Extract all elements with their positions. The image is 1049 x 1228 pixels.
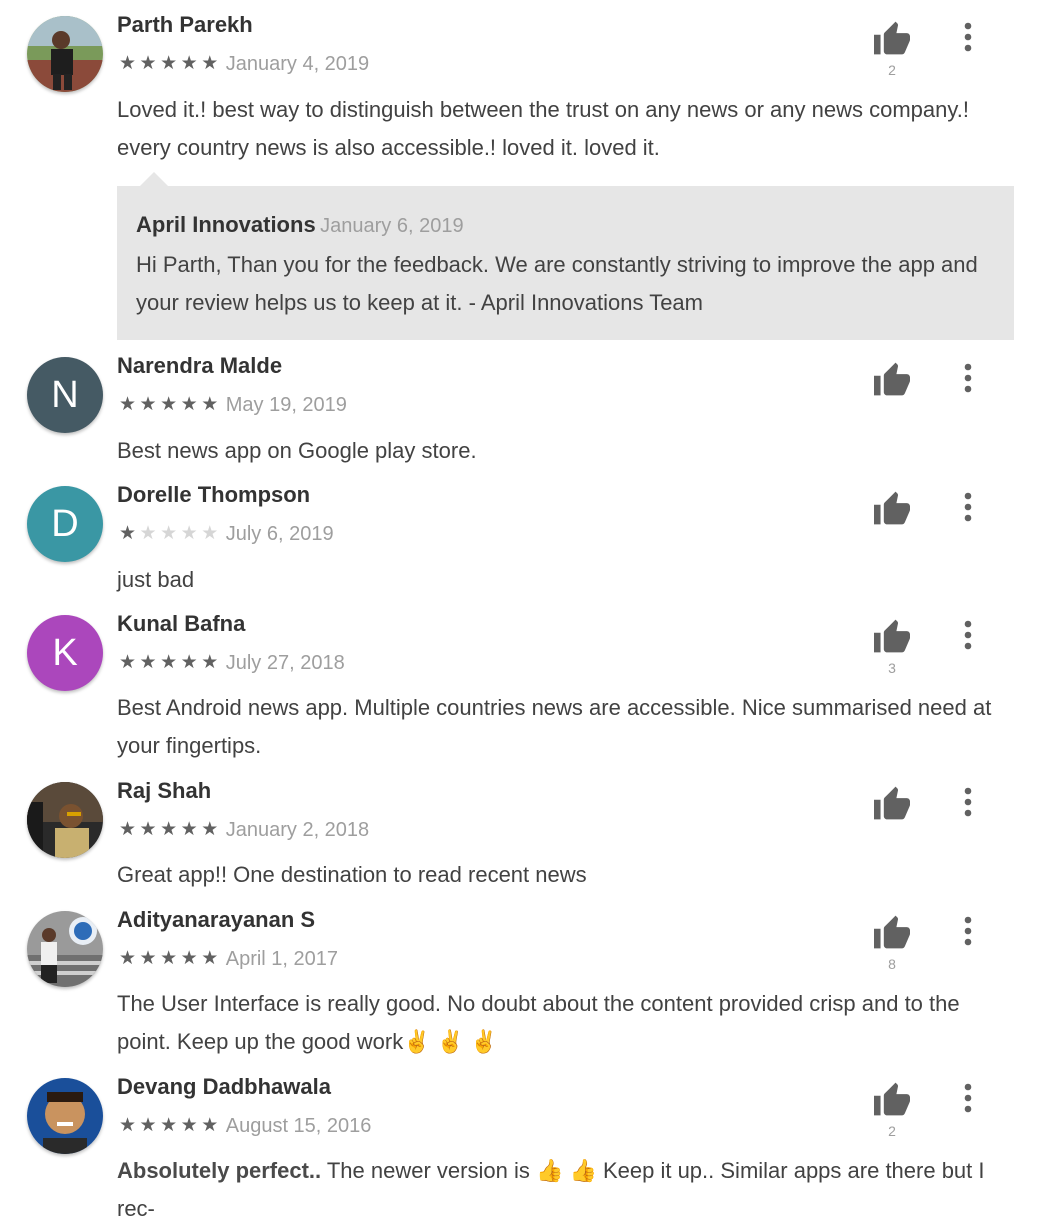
review-date: July 27, 2018 [225, 652, 345, 674]
star-icon: ★ [160, 948, 178, 969]
star-icon: ★ [180, 523, 198, 544]
review-text-bold: Absolutely perfect.. [117, 1158, 322, 1183]
star-icon: ★ [180, 394, 198, 415]
rating-stars: ★ ★ ★ ★ ★ July 6, 2019 [119, 522, 334, 546]
review-text: Absolutely perfect.. The newer version i… [117, 1152, 1007, 1228]
reply-text: Hi Parth, Than you for the feedback. We … [136, 252, 978, 315]
reply-date: January 6, 2019 [320, 215, 464, 237]
more-options-icon[interactable] [956, 618, 980, 652]
thumbs-up-icon[interactable] [872, 785, 912, 821]
star-icon: ★ [180, 53, 198, 74]
review-text: Best news app on Google play store. [117, 438, 477, 463]
rating-stars: ★ ★ ★ ★ ★ July 27, 2018 [119, 651, 345, 675]
star-icon: ★ [119, 819, 137, 840]
thumbs-up-icon[interactable] [872, 1081, 912, 1117]
review-text: just bad [117, 567, 195, 592]
review-date: August 15, 2016 [225, 1115, 372, 1137]
star-icon: ★ [201, 652, 219, 673]
helpful-count: 3 [888, 660, 896, 676]
reviewer-name: Parth Parekh [117, 12, 253, 37]
star-icon: ★ [160, 1115, 178, 1136]
helpful-count: 8 [888, 956, 896, 972]
reply-pointer [139, 172, 169, 187]
reviewer-name: Dorelle Thompson [117, 482, 311, 507]
reply-header: April Innovations January 6, 2019 [136, 212, 464, 238]
review-text: Great app!! One destination to read rece… [117, 862, 587, 887]
rating-stars: ★ ★ ★ ★ ★ January 2, 2018 [119, 818, 369, 842]
review-date: May 19, 2019 [225, 394, 347, 416]
reviewer-name: Raj Shah [117, 778, 212, 803]
star-icon: ★ [139, 53, 157, 74]
helpful-count: 2 [888, 1123, 896, 1139]
star-icon: ★ [139, 1115, 157, 1136]
reviewer-name: Devang Dadbhawala [117, 1074, 331, 1099]
more-options-icon[interactable] [956, 1081, 980, 1115]
rating-stars: ★ ★ ★ ★ ★ April 1, 2017 [119, 947, 338, 971]
star-icon: ★ [139, 652, 157, 673]
review-text: The User Interface is really good. No do… [117, 991, 960, 1054]
review-date: July 6, 2019 [225, 523, 334, 545]
more-options-icon[interactable] [956, 914, 980, 948]
avatar[interactable] [27, 782, 103, 858]
more-options-icon[interactable] [956, 490, 980, 524]
rating-stars: ★ ★ ★ ★ ★ August 15, 2016 [119, 1114, 371, 1138]
more-options-icon[interactable] [956, 361, 980, 395]
star-icon: ★ [119, 652, 137, 673]
thumbs-up-icon[interactable] [872, 490, 912, 526]
star-icon: ★ [201, 523, 219, 544]
reviewer-name: Kunal Bafna [117, 611, 246, 636]
star-icon: ★ [119, 948, 137, 969]
star-icon: ★ [180, 1115, 198, 1136]
avatar[interactable]: N [27, 357, 103, 433]
star-icon: ★ [119, 1115, 137, 1136]
star-icon: ★ [201, 1115, 219, 1136]
reviewer-name: Narendra Malde [117, 353, 283, 378]
star-icon: ★ [139, 819, 157, 840]
review-date: January 4, 2019 [225, 53, 370, 75]
star-icon: ★ [160, 652, 178, 673]
more-options-icon[interactable] [956, 785, 980, 819]
developer-name: April Innovations [136, 212, 316, 237]
star-icon: ★ [119, 53, 137, 74]
reviewer-name: Adityanarayanan S [117, 907, 316, 932]
helpful-count: 2 [888, 62, 896, 78]
avatar[interactable] [27, 911, 103, 987]
star-icon: ★ [139, 523, 157, 544]
developer-reply: April Innovations January 6, 2019 Hi Par… [117, 186, 1014, 340]
star-icon: ★ [160, 819, 178, 840]
review-text: Loved it.! best way to distinguish betwe… [117, 97, 969, 160]
thumbs-up-icon[interactable] [872, 361, 912, 397]
thumbs-up-icon[interactable] [872, 618, 912, 654]
rating-stars: ★ ★ ★ ★ ★ May 19, 2019 [119, 393, 347, 417]
more-options-icon[interactable] [956, 20, 980, 54]
star-icon: ★ [139, 948, 157, 969]
review-text: Best Android news app. Multiple countrie… [117, 695, 992, 758]
star-icon: ★ [201, 819, 219, 840]
star-icon: ★ [180, 652, 198, 673]
avatar[interactable]: K [27, 615, 103, 691]
star-icon: ★ [119, 523, 137, 544]
star-icon: ★ [160, 394, 178, 415]
star-icon: ★ [180, 819, 198, 840]
star-icon: ★ [201, 394, 219, 415]
star-icon: ★ [139, 394, 157, 415]
avatar[interactable] [27, 16, 103, 92]
star-icon: ★ [119, 394, 137, 415]
review-date: January 2, 2018 [225, 819, 370, 841]
thumbs-up-icon[interactable] [872, 914, 912, 950]
star-icon: ★ [160, 53, 178, 74]
star-icon: ★ [160, 523, 178, 544]
avatar[interactable] [27, 1078, 103, 1154]
avatar[interactable]: D [27, 486, 103, 562]
thumbs-up-icon[interactable] [872, 20, 912, 56]
star-icon: ★ [180, 948, 198, 969]
star-icon: ★ [201, 53, 219, 74]
star-icon: ★ [201, 948, 219, 969]
review-date: April 1, 2017 [225, 948, 339, 970]
rating-stars: ★ ★ ★ ★ ★ January 4, 2019 [119, 52, 369, 76]
